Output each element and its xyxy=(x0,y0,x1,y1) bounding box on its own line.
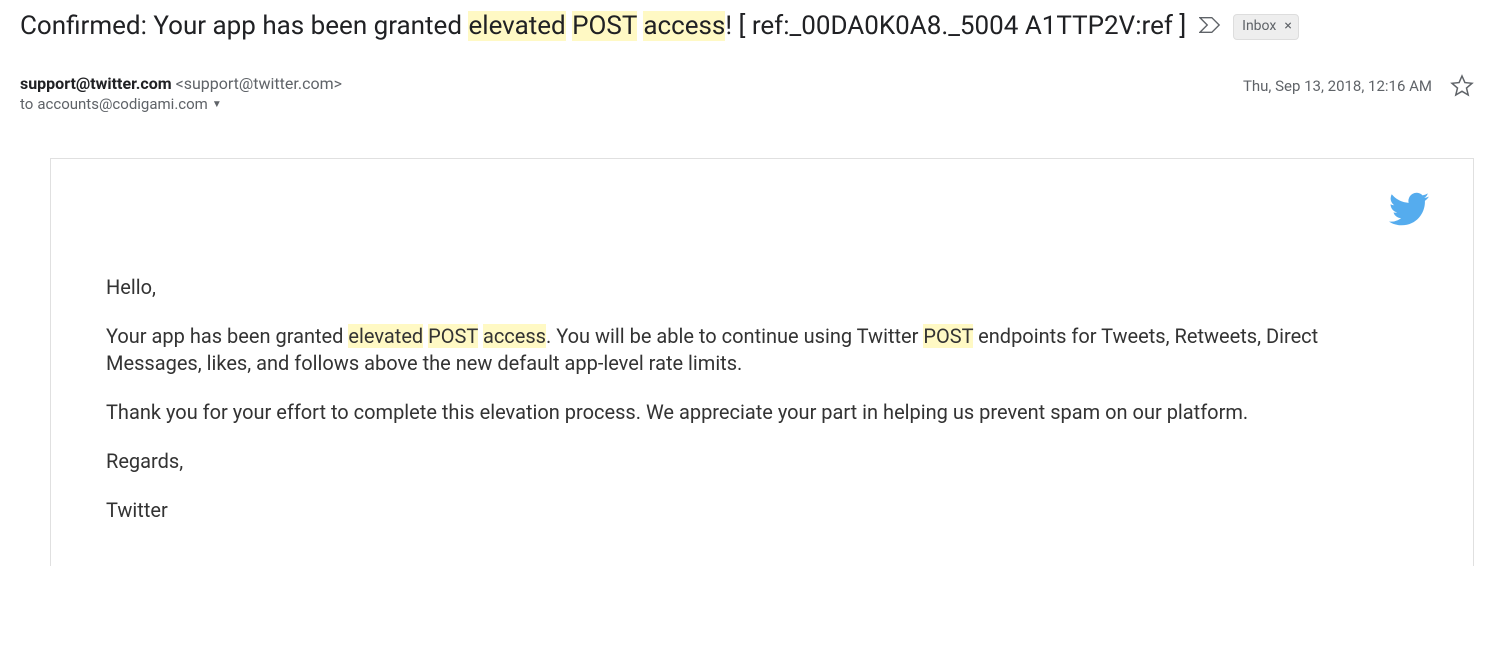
subject-highlight: elevated xyxy=(468,11,565,41)
inbox-label[interactable]: Inbox × xyxy=(1233,14,1299,40)
email-timestamp: Thu, Sep 13, 2018, 12:16 AM xyxy=(1243,77,1432,95)
body-paragraph-1: Your app has been granted elevated POST … xyxy=(106,323,1418,377)
inbox-label-text: Inbox xyxy=(1242,17,1276,37)
important-marker-icon[interactable] xyxy=(1199,16,1221,34)
recipient-email: accounts@codigami.com xyxy=(37,95,208,113)
body-paragraph-2: Thank you for your effort to complete th… xyxy=(106,399,1418,426)
email-subject: Confirmed: Your app has been granted ele… xyxy=(20,8,1474,44)
sender-email: <support@twitter.com> xyxy=(172,74,342,93)
body-regards: Regards, xyxy=(106,448,1418,475)
body-highlight: access xyxy=(483,324,546,348)
chevron-down-icon[interactable]: ▼ xyxy=(212,99,222,110)
subject-highlight: access xyxy=(643,11,725,41)
recipient-line[interactable]: to accounts@codigami.com ▼ xyxy=(20,95,342,113)
email-body: Hello, Your app has been granted elevate… xyxy=(50,158,1474,566)
sender-info: support@twitter.com <support@twitter.com… xyxy=(20,74,342,93)
body-highlight: POST xyxy=(428,324,478,348)
subject-text-pre: Confirmed: Your app has been granted xyxy=(20,11,468,41)
star-button[interactable] xyxy=(1450,74,1474,98)
twitter-logo-icon xyxy=(1385,189,1433,233)
recipient-prefix: to xyxy=(20,95,33,113)
close-icon[interactable]: × xyxy=(1280,17,1295,37)
subject-text-post: ! [ ref:_00DA0K0A8._5004 A1TTP2V:ref ] xyxy=(725,11,1186,41)
subject-highlight: POST xyxy=(572,11,637,41)
body-highlight: elevated xyxy=(348,324,423,348)
body-greeting: Hello, xyxy=(106,274,1418,301)
sender-name: support@twitter.com xyxy=(20,74,172,93)
body-signature: Twitter xyxy=(106,497,1418,524)
body-highlight: POST xyxy=(923,324,973,348)
